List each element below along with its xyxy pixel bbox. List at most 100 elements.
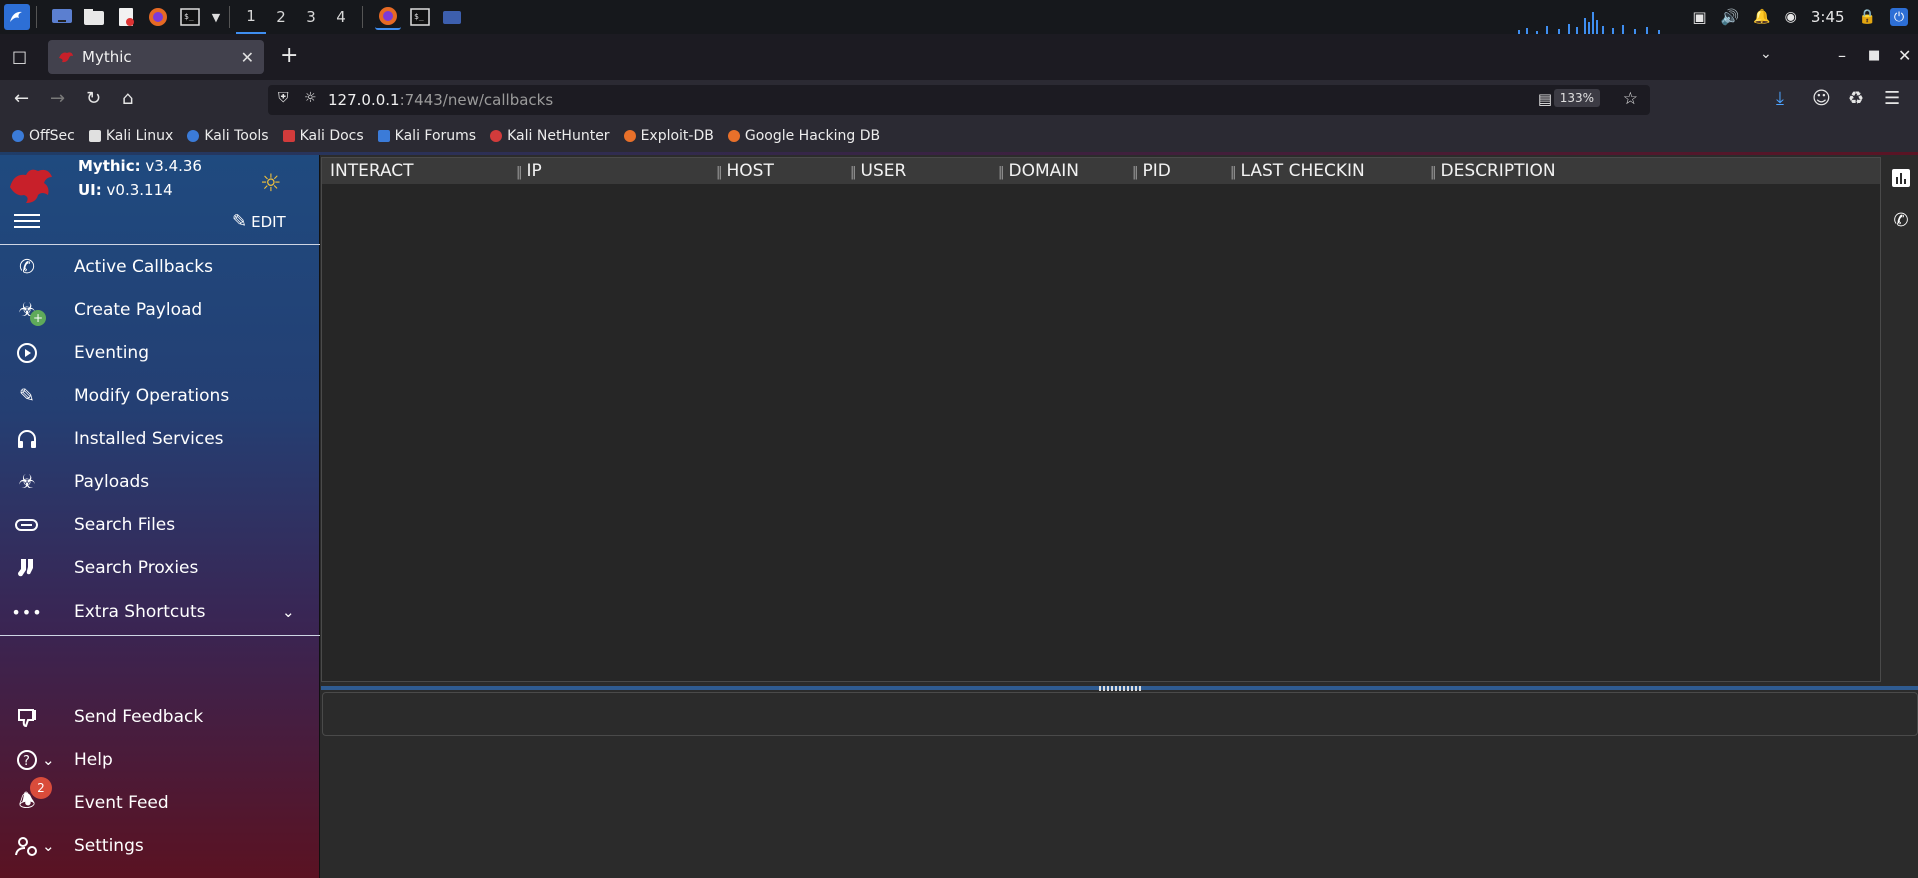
tasking-panel — [322, 692, 1918, 736]
nav-extra-shortcuts[interactable]: ••• Extra Shortcuts ⌄ — [0, 592, 320, 632]
new-tab-button[interactable]: + — [280, 45, 298, 67]
back-icon[interactable]: ← — [14, 88, 29, 109]
mythic-version-label: Mythic: — [78, 157, 141, 175]
close-tab-icon[interactable]: ✕ — [241, 48, 254, 67]
bookmark-kali-linux[interactable]: Kali Linux — [88, 128, 173, 144]
firefox-icon[interactable] — [145, 4, 171, 30]
column-label: IP — [526, 161, 542, 181]
bookmark-kali-tools[interactable]: Kali Tools — [187, 128, 269, 144]
chevron-down-icon[interactable]: ⌄ — [42, 751, 55, 769]
shield-icon[interactable]: ⛨ — [278, 90, 289, 106]
bookmark-star-icon[interactable]: ☆ — [1623, 89, 1638, 109]
nav-help[interactable]: ? ⌄ Help — [0, 740, 320, 780]
updates-icon[interactable]: ◉ — [1785, 9, 1797, 25]
bookmark-exploit-db[interactable]: Exploit-DB — [623, 128, 714, 144]
column-header-user[interactable]: ‖ USER — [850, 161, 906, 181]
files-window-icon[interactable] — [439, 4, 465, 30]
column-resize-handle[interactable]: ‖ — [516, 165, 523, 180]
workspace-3[interactable]: 3 — [296, 0, 326, 34]
bell-icon[interactable]: 🔔 — [1753, 9, 1770, 25]
nav-active-callbacks[interactable]: ✆ Active Callbacks — [0, 247, 320, 287]
browser-tab-bar: □ Mythic ✕ + ⌄ – ■ ✕ — [0, 34, 1918, 80]
chevron-down-icon[interactable]: ▼ — [209, 4, 223, 30]
nav-send-feedback[interactable]: Send Feedback — [0, 697, 320, 737]
kali-dragon-icon — [88, 130, 101, 142]
tab-mythic[interactable]: Mythic ✕ — [48, 40, 264, 74]
column-resize-handle[interactable]: ‖ — [716, 165, 723, 180]
firefox-window-icon[interactable] — [375, 4, 401, 30]
kali-menu-icon[interactable] — [4, 4, 30, 30]
mythic-logo-icon[interactable] — [8, 165, 54, 207]
power-icon[interactable]: ⏻ — [1890, 8, 1908, 26]
sun-icon[interactable]: ☼ — [260, 169, 282, 197]
nav-search-files[interactable]: Search Files — [0, 505, 320, 545]
column-resize-handle[interactable]: ‖ — [850, 165, 857, 180]
nav-create-payload[interactable]: ☣ + Create Payload — [0, 290, 320, 330]
list-tabs-icon[interactable]: ⌄ — [1760, 46, 1772, 62]
column-header-host[interactable]: ‖ HOST — [716, 161, 774, 181]
network-graph — [1518, 12, 1660, 34]
event-feed-badge: 2 — [30, 777, 52, 799]
drag-handle[interactable] — [1099, 686, 1143, 691]
column-resize-handle[interactable]: ‖ — [1230, 165, 1237, 180]
clock[interactable]: 3:45 — [1811, 8, 1845, 26]
desktop-icon[interactable] — [49, 4, 75, 30]
display-icon[interactable]: ▣ — [1692, 8, 1706, 26]
nav-eventing[interactable]: Eventing — [0, 333, 320, 373]
url-bar[interactable]: ⛨ ☼ 127.0.0.1:7443/new/callbacks ▤ 133% … — [268, 85, 1650, 115]
chart-icon[interactable] — [1890, 167, 1912, 189]
account-icon[interactable]: ☺ — [1812, 88, 1831, 109]
chevron-down-icon[interactable]: ⌄ — [282, 603, 295, 621]
workspace-4[interactable]: 4 — [326, 0, 356, 34]
extensions-icon[interactable]: ♻ — [1848, 88, 1864, 109]
volume-icon[interactable]: 🔊 — [1721, 8, 1740, 26]
forward-icon[interactable]: → — [50, 88, 65, 109]
workspace-1[interactable]: 1 — [236, 0, 266, 34]
nav-settings[interactable]: ⌄ Settings — [0, 826, 320, 866]
column-label: LAST CHECKIN — [1240, 161, 1365, 181]
connection-icon[interactable]: ☼ — [304, 90, 317, 106]
bookmark-kali-forums[interactable]: Kali Forums — [377, 128, 476, 144]
bookmark-kali-docs[interactable]: Kali Docs — [282, 128, 364, 144]
lock-icon[interactable]: 🔒 — [1859, 9, 1876, 25]
column-resize-handle[interactable]: ‖ — [1430, 165, 1437, 180]
nethunter-icon — [490, 130, 503, 142]
socks-icon — [14, 556, 40, 580]
column-header-interact[interactable]: INTERACT — [330, 161, 414, 181]
home-icon[interactable]: ⌂ — [122, 88, 133, 109]
terminal-window-icon[interactable]: $_ — [407, 4, 433, 30]
minimize-icon[interactable]: – — [1838, 46, 1846, 65]
chevron-down-icon[interactable]: ⌄ — [42, 837, 55, 855]
column-header-last-checkin[interactable]: ‖ LAST CHECKIN — [1230, 161, 1365, 181]
column-header-pid[interactable]: ‖ PID — [1132, 161, 1171, 181]
column-header-ip[interactable]: ‖ IP — [516, 161, 542, 181]
close-window-icon[interactable]: ✕ — [1898, 46, 1911, 65]
maximize-icon[interactable]: ■ — [1868, 48, 1880, 63]
menu-icon[interactable]: ☰ — [1884, 88, 1900, 109]
nav-installed-services[interactable]: Installed Services — [0, 419, 320, 459]
bookmark-kali-nethunter[interactable]: Kali NetHunter — [490, 128, 610, 144]
text-editor-icon[interactable] — [113, 4, 139, 30]
nav-search-proxies[interactable]: Search Proxies — [0, 548, 320, 588]
nav-payloads[interactable]: ☣ Payloads — [0, 462, 320, 502]
nav-label: Send Feedback — [74, 707, 204, 727]
column-resize-handle[interactable]: ‖ — [1132, 165, 1139, 180]
column-resize-handle[interactable]: ‖ — [998, 165, 1005, 180]
tab-overview-icon[interactable]: □ — [12, 47, 27, 66]
bookmark-offsec[interactable]: OffSec — [12, 128, 75, 144]
bookmark-google-hacking-db[interactable]: Google Hacking DB — [727, 128, 880, 144]
column-header-description[interactable]: ‖ DESCRIPTION — [1430, 161, 1556, 181]
hamburger-menu-icon[interactable] — [14, 210, 40, 230]
terminal-icon[interactable]: $_ — [177, 4, 203, 30]
nav-modify-operations[interactable]: ✎ Modify Operations — [0, 376, 320, 416]
reload-icon[interactable]: ↻ — [86, 88, 101, 109]
downloads-icon[interactable]: ⤓ — [1776, 88, 1784, 109]
phone-forward-icon[interactable]: ✆ — [1890, 209, 1912, 231]
column-header-domain[interactable]: ‖ DOMAIN — [998, 161, 1079, 181]
workspace-2[interactable]: 2 — [266, 0, 296, 34]
nav-label: Event Feed — [74, 793, 169, 813]
zoom-level[interactable]: 133% — [1553, 89, 1600, 107]
files-icon[interactable] — [81, 4, 107, 30]
edit-button[interactable]: ✎ EDIT — [232, 211, 286, 232]
reader-view-icon[interactable]: ▤ — [1538, 90, 1552, 108]
